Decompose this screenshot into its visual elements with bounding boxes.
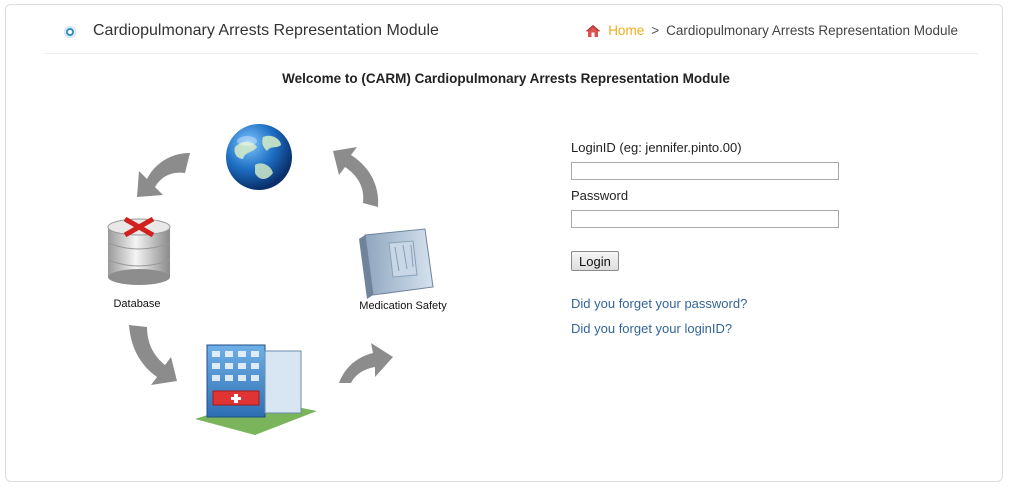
globe-icon [226,124,292,190]
medication-book-icon [359,228,434,299]
loginid-label: LoginID (eg: jennifer.pinto.00) [571,140,742,155]
medication-label: Medication Safety [359,300,447,312]
breadcrumb-current: Cardiopulmonary Arrests Representation M… [666,23,958,38]
password-input[interactable] [571,210,839,228]
database-label: Database [113,298,160,310]
diagram-svg: Database Medication Safety [107,124,447,435]
database-icon [107,216,171,285]
bullet-icon [64,26,76,38]
breadcrumb-home-link[interactable]: Home [608,23,644,38]
hospital-icon [195,344,317,435]
page-title: Cardiopulmonary Arrests Representation M… [93,22,439,39]
carm-diagram: Database Medication Safety [95,115,475,445]
breadcrumb: Home > Cardiopulmonary Arrests Represent… [585,23,958,38]
login-button[interactable]: Login [571,251,619,271]
loginid-input[interactable] [571,162,839,180]
welcome-heading: Welcome to (CARM) Cardiopulmonary Arrest… [282,71,730,86]
home-icon[interactable] [585,24,601,38]
forgot-password-link[interactable]: Did you forget your password? [571,296,871,311]
login-form: LoginID (eg: jennifer.pinto.00) Password… [571,140,871,336]
forgot-loginid-link[interactable]: Did you forget your loginID? [571,321,871,336]
password-label: Password [571,188,629,203]
breadcrumb-separator: > [651,23,660,38]
page-header: Cardiopulmonary Arrests Representation M… [44,10,978,54]
